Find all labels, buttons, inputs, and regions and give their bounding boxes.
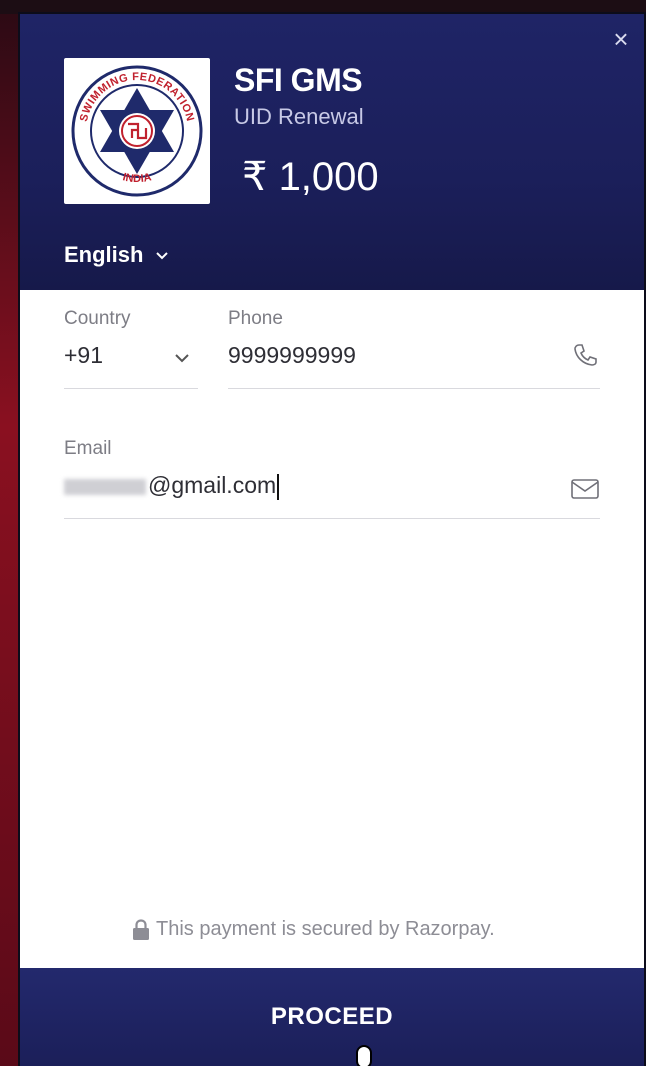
language-label: English bbox=[64, 242, 144, 267]
phone-label: Phone bbox=[228, 308, 283, 329]
checkout-header: × SWIMMING FEDERATION INDIA SFI GMS UID … bbox=[20, 14, 644, 290]
phone-field[interactable]: Phone 9999999999 bbox=[228, 308, 600, 390]
merchant-description: UID Renewal bbox=[234, 104, 364, 129]
security-text: This payment is secured by Razorpay. bbox=[156, 918, 495, 940]
swimming-federation-logo-icon: SWIMMING FEDERATION INDIA bbox=[71, 65, 203, 197]
country-underline bbox=[64, 388, 198, 389]
country-label: Country bbox=[64, 308, 131, 329]
email-label: Email bbox=[64, 438, 112, 459]
proceed-label: PROCEED bbox=[270, 1003, 394, 1030]
redacted-email-prefix bbox=[64, 478, 146, 495]
phone-icon bbox=[574, 344, 597, 366]
checkout-modal: × SWIMMING FEDERATION INDIA SFI GMS UID … bbox=[20, 14, 644, 1066]
country-code-value[interactable]: +91 bbox=[64, 342, 103, 369]
merchant-logo: SWIMMING FEDERATION INDIA bbox=[64, 58, 210, 204]
merchant-name: SFI GMS bbox=[234, 62, 363, 98]
email-underline bbox=[64, 518, 600, 519]
close-button[interactable]: × bbox=[610, 26, 632, 52]
lock-icon bbox=[133, 918, 149, 940]
email-field[interactable]: Email @gmail.com bbox=[64, 438, 600, 520]
text-cursor bbox=[277, 473, 280, 500]
payment-amount: ₹ 1,000 bbox=[242, 155, 379, 199]
email-input[interactable]: @gmail.com bbox=[64, 472, 280, 500]
language-selector[interactable]: English bbox=[64, 242, 169, 268]
chevron-down-icon bbox=[156, 252, 169, 260]
background-left bbox=[0, 0, 20, 1066]
chevron-down-icon[interactable] bbox=[174, 350, 190, 366]
email-domain: @gmail.com bbox=[148, 472, 277, 498]
country-field[interactable]: Country +91 bbox=[64, 308, 198, 390]
mail-icon bbox=[571, 479, 599, 499]
proceed-button[interactable]: PROCEED bbox=[20, 968, 644, 1066]
background-top bbox=[0, 0, 646, 14]
phone-underline bbox=[228, 388, 600, 389]
phone-input[interactable]: 9999999999 bbox=[228, 342, 356, 369]
security-note: This payment is secured by Razorpay. bbox=[132, 918, 495, 941]
mouse-pointer-icon bbox=[356, 1045, 372, 1066]
